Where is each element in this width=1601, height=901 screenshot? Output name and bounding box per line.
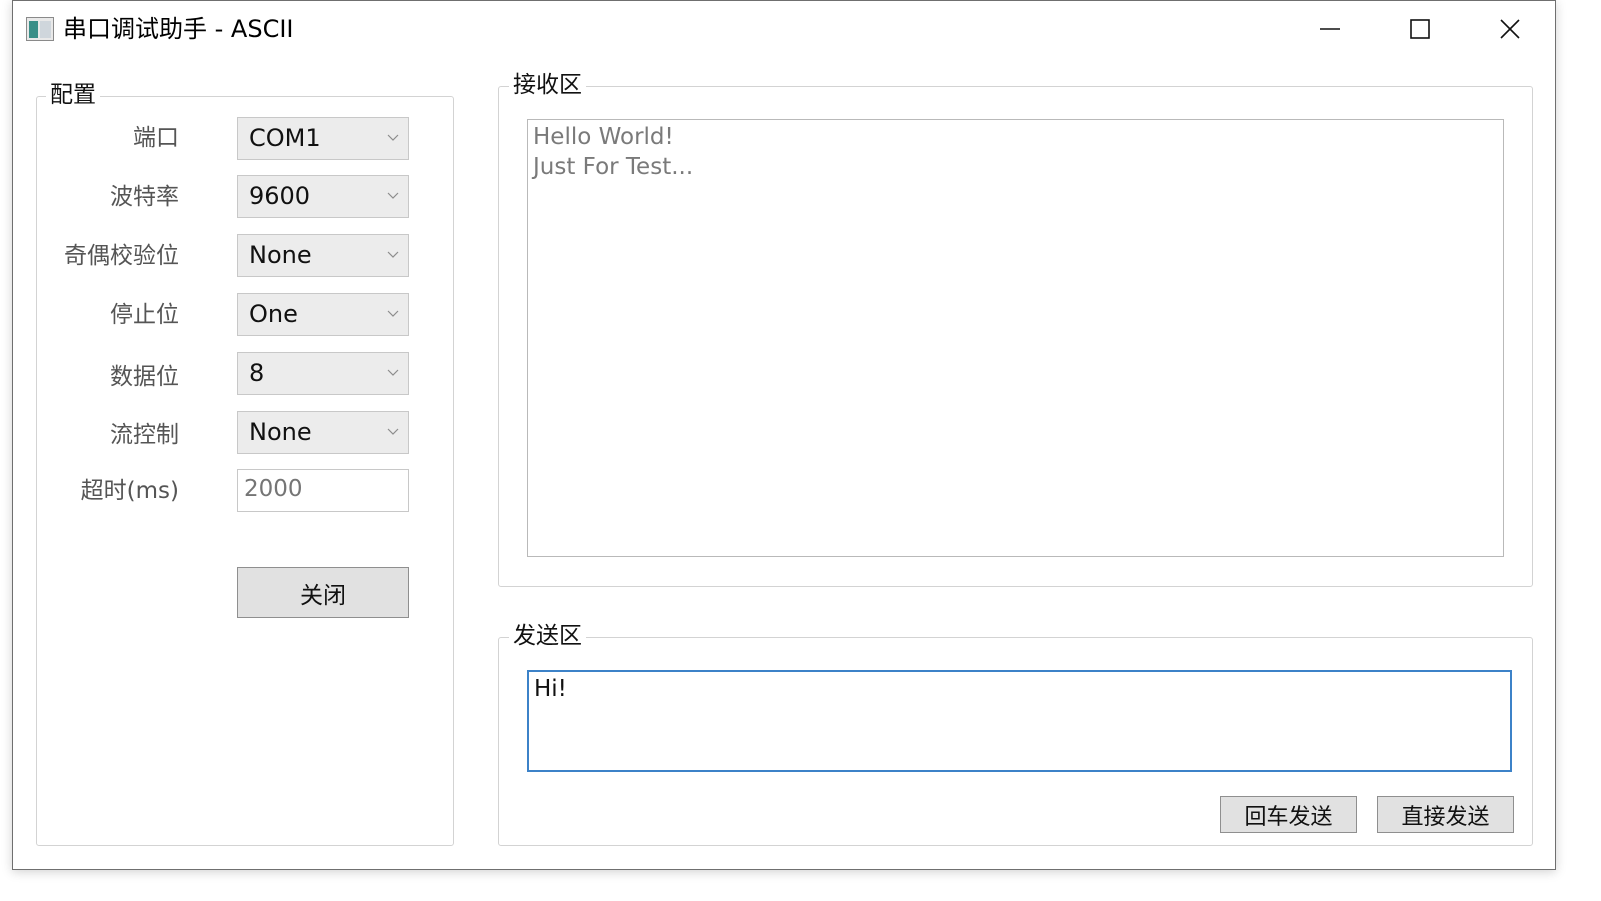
flow-control-label: 流控制	[110, 422, 179, 448]
minimize-button[interactable]	[1285, 1, 1375, 57]
chevron-down-icon	[387, 134, 399, 141]
parity-label: 奇偶校验位	[64, 243, 179, 269]
send-group-title: 发送区	[509, 621, 586, 651]
chevron-down-icon	[387, 251, 399, 258]
timeout-field[interactable]	[237, 469, 409, 512]
title-bar[interactable]: 串口调试助手 - ASCII	[13, 1, 1555, 57]
databits-select[interactable]: 8	[237, 352, 409, 395]
close-button[interactable]	[1465, 1, 1555, 57]
flow-control-select[interactable]: None	[237, 411, 409, 454]
parity-value: None	[249, 241, 312, 269]
flow-control-value: None	[249, 418, 312, 446]
close-icon	[1500, 19, 1520, 39]
databits-value: 8	[249, 359, 265, 387]
stopbits-value: One	[249, 300, 298, 328]
send-textarea[interactable]: Hi!	[527, 670, 1512, 772]
chevron-down-icon	[387, 428, 399, 435]
timeout-label: 超时(ms)	[80, 478, 179, 504]
port-value: COM1	[249, 124, 321, 152]
direct-send-button[interactable]: 直接发送	[1377, 796, 1514, 833]
stopbits-label: 停止位	[110, 302, 179, 328]
chevron-down-icon	[387, 369, 399, 376]
maximize-button[interactable]	[1375, 1, 1465, 57]
close-port-button[interactable]: 关闭	[237, 567, 409, 618]
databits-label: 数据位	[110, 364, 179, 390]
timeout-input[interactable]	[238, 470, 408, 511]
window-title: 串口调试助手 - ASCII	[63, 15, 294, 43]
chevron-down-icon	[387, 192, 399, 199]
baud-value: 9600	[249, 182, 311, 210]
receive-group-title: 接收区	[509, 70, 586, 100]
baud-select[interactable]: 9600	[237, 175, 409, 218]
port-select[interactable]: COM1	[237, 117, 409, 160]
chevron-down-icon	[387, 310, 399, 317]
enter-send-button[interactable]: 回车发送	[1220, 796, 1357, 833]
parity-select[interactable]: None	[237, 234, 409, 277]
baud-label: 波特率	[110, 184, 179, 210]
receive-textarea[interactable]: Hello World! Just For Test...	[527, 119, 1504, 557]
app-icon	[26, 17, 54, 41]
stopbits-select[interactable]: One	[237, 293, 409, 336]
maximize-icon	[1410, 19, 1430, 39]
port-label: 端口	[133, 125, 179, 151]
serial-debugger-window: 串口调试助手 - ASCII 配置 端口 COM1 波特率 9600 奇偶校验位…	[12, 0, 1556, 870]
config-group-title: 配置	[46, 80, 100, 110]
minimize-icon	[1320, 28, 1340, 30]
